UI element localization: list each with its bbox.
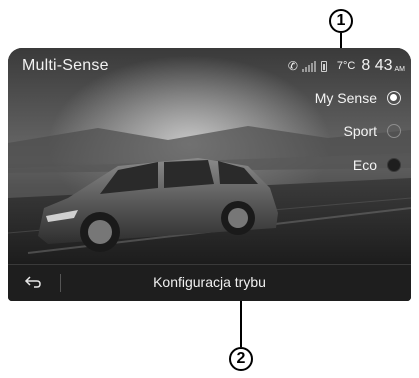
radio-unselected-icon[interactable] (387, 124, 401, 138)
screen-title: Multi-Sense (22, 57, 109, 74)
radio-selected-icon[interactable] (387, 91, 401, 105)
mode-item-my-sense[interactable]: My Sense (271, 88, 401, 108)
mode-item-eco[interactable]: Eco (271, 155, 401, 175)
mode-label: Eco (352, 157, 377, 173)
mode-label: My Sense (314, 90, 377, 106)
signal-bars-icon (301, 60, 317, 72)
multi-sense-screen: Multi-Sense ✆ 7°C 8 43 AM My Sense Sport… (8, 48, 411, 301)
bottom-bar: Konfiguracja trybu (8, 264, 411, 301)
clock: 8 43 (361, 57, 393, 74)
callout-2-line (240, 301, 242, 347)
temperature: 7°C (336, 60, 356, 72)
radio-unselected-icon[interactable] (387, 158, 401, 172)
status-bar: ✆ 7°C 8 43 AM (288, 56, 405, 76)
page: 1 2 Multi-Sense ✆ 7°C 8 43 AM My Sense S… (0, 0, 419, 378)
callout-2: 2 (229, 347, 253, 371)
battery-icon (320, 60, 327, 72)
mode-label: Sport (343, 123, 377, 139)
phone-handset-icon: ✆ (287, 59, 298, 73)
mode-item-sport[interactable]: Sport (271, 121, 401, 141)
mode-config-button[interactable]: Konfiguracja trybu (8, 274, 411, 290)
clock-ampm: AM (394, 65, 406, 73)
callout-1: 1 (329, 9, 353, 33)
